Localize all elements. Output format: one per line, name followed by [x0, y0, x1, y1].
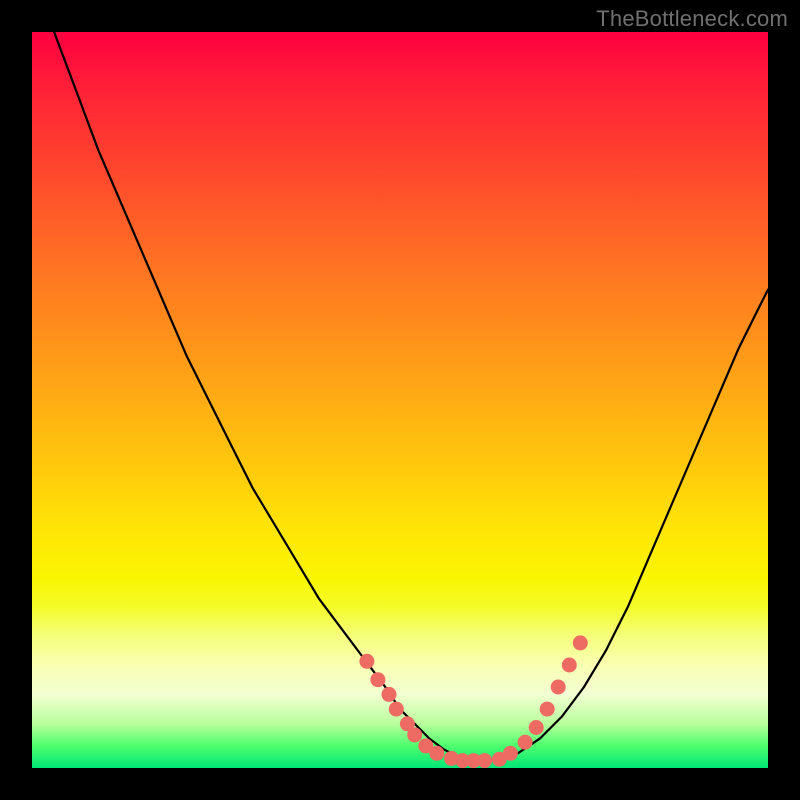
marker-dot — [370, 672, 385, 687]
marker-dot — [551, 680, 566, 695]
marker-dot — [389, 702, 404, 717]
curve-markers — [359, 635, 587, 768]
marker-dot — [359, 654, 374, 669]
marker-dot — [540, 702, 555, 717]
marker-dot — [429, 746, 444, 761]
marker-dot — [573, 635, 588, 650]
chart-frame: TheBottleneck.com — [0, 0, 800, 800]
marker-dot — [518, 735, 533, 750]
marker-dot — [407, 727, 422, 742]
watermark-text: TheBottleneck.com — [596, 6, 788, 32]
marker-dot — [477, 753, 492, 768]
marker-dot — [503, 746, 518, 761]
marker-dot — [529, 720, 544, 735]
bottleneck-curve — [32, 32, 768, 761]
marker-dot — [562, 658, 577, 673]
marker-dot — [382, 687, 397, 702]
curve-layer — [32, 32, 768, 768]
plot-area — [32, 32, 768, 768]
